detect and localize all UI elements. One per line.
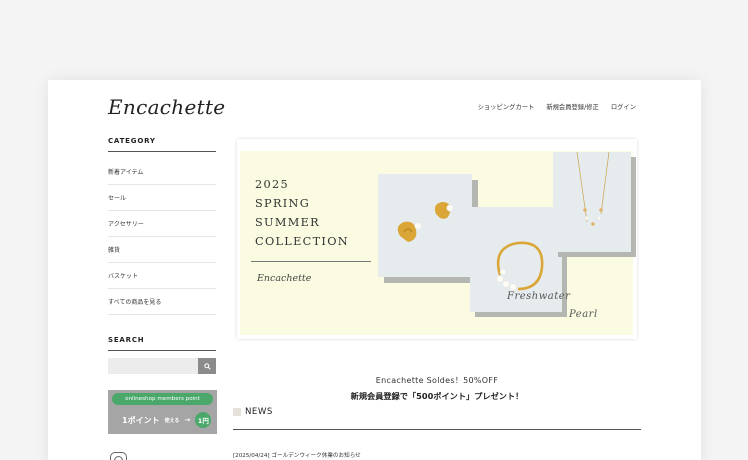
category-list: 新着アイテム セール アクセサリー 雑貨 バスケット すべての商品を見る bbox=[108, 159, 216, 315]
category-item-goods[interactable]: 雑貨 bbox=[108, 237, 216, 263]
points-row: 1ポイント 使える → 1円 bbox=[122, 412, 212, 428]
site-logo[interactable]: Encachette bbox=[108, 95, 225, 119]
instagram-icon[interactable] bbox=[110, 452, 127, 460]
search-divider bbox=[108, 350, 216, 351]
banner-divider bbox=[251, 261, 371, 262]
category-item-all[interactable]: すべての商品を見る bbox=[108, 289, 216, 315]
news-divider bbox=[233, 429, 641, 430]
promo-points: 新規会員登録で「500ポイント」プレゼント！ bbox=[350, 391, 524, 401]
points-right-badge: 1円 bbox=[195, 412, 212, 428]
nav-cart-link[interactable]: ショッピングカート bbox=[478, 102, 535, 111]
points-middle-text: 使える bbox=[164, 417, 180, 424]
nav-register-link[interactable]: 新規会員登録/修正 bbox=[546, 102, 599, 111]
news-item[interactable]: [2025/04/24] ゴールデンウィーク休業のお知らせ bbox=[233, 451, 361, 459]
search-button[interactable] bbox=[198, 358, 216, 374]
category-item-accessory[interactable]: アクセサリー bbox=[108, 211, 216, 237]
points-title: onlineshop members point bbox=[112, 393, 213, 405]
category-item-new[interactable]: 新着アイテム bbox=[108, 159, 216, 185]
category-divider bbox=[108, 151, 216, 152]
category-item-basket[interactable]: バスケット bbox=[108, 263, 216, 289]
news-marker bbox=[233, 408, 241, 416]
search-heading: SEARCH bbox=[108, 336, 145, 344]
earrings-photo bbox=[378, 174, 472, 277]
members-point-banner[interactable]: onlineshop members point 1ポイント 使える → 1円 bbox=[108, 390, 217, 434]
necklace-image bbox=[576, 151, 610, 226]
header-nav: ショッピングカート 新規会員登録/修正 ログイン bbox=[478, 102, 636, 111]
banner-brand: Encachette bbox=[257, 273, 312, 284]
category-item-sale[interactable]: セール bbox=[108, 185, 216, 211]
points-left-text: 1ポイント bbox=[122, 415, 160, 425]
earrings-image bbox=[397, 202, 454, 242]
necklace-photo bbox=[553, 151, 631, 252]
category-heading: CATEGORY bbox=[108, 137, 156, 145]
arrow-right-icon: → bbox=[184, 416, 191, 424]
banner-title: 2025 SPRING SUMMER COLLECTION bbox=[255, 178, 349, 248]
hero-banner[interactable]: 2025 SPRING SUMMER COLLECTION Encachette bbox=[237, 139, 637, 339]
search-icon bbox=[203, 362, 211, 370]
search-input[interactable] bbox=[108, 358, 198, 374]
page-card: Encachette ショッピングカート 新規会員登録/修正 ログイン CATE… bbox=[48, 80, 701, 460]
banner-script-1: Freshwater bbox=[507, 291, 571, 302]
promo-sale: Encachette Soldes！50%OFF bbox=[375, 376, 499, 385]
banner-script-2: Pearl bbox=[569, 309, 598, 320]
news-heading: NEWS bbox=[245, 407, 273, 417]
nav-login-link[interactable]: ログイン bbox=[611, 102, 636, 111]
